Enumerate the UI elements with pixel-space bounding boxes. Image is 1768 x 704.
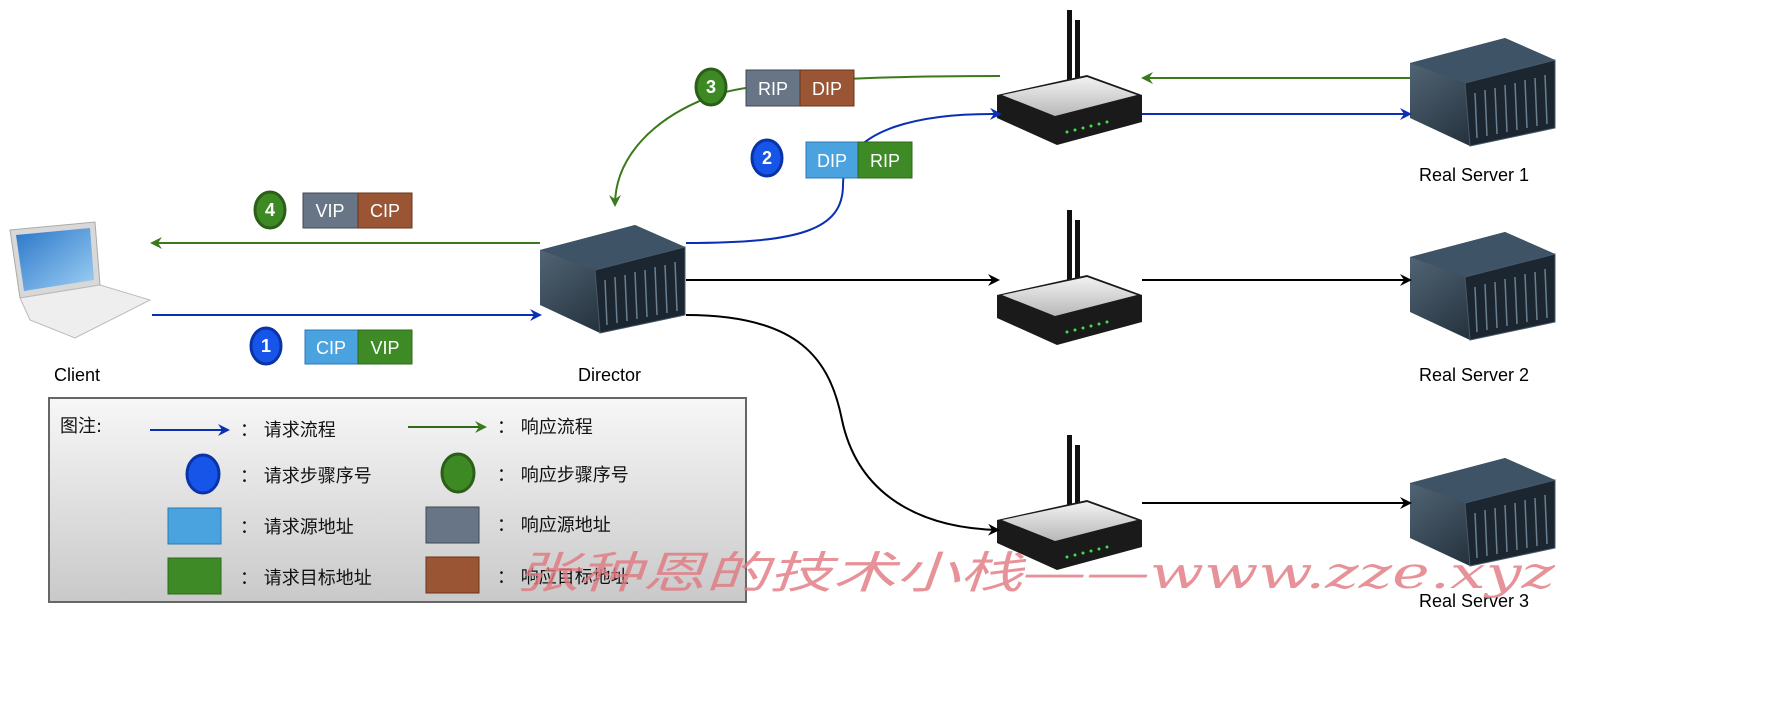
legend-response-circle [440,452,476,494]
svg-text:： 响应流程: ： 响应流程 [497,417,593,438]
svg-text:RIP: RIP [870,151,900,171]
director-label: Director [578,365,641,385]
legend-request-dst-box [167,557,222,595]
legend-response-src-box [425,506,480,544]
svg-text:： 响应源地址: ： 响应源地址 [497,515,611,536]
svg-text:CIP: CIP [316,338,346,358]
step-4-badge: 4 VIP CIP [253,190,413,230]
svg-text:： 请求步骤序号: ： 请求步骤序号 [240,466,372,487]
svg-text:2: 2 [762,148,772,168]
real-server-1-icon [1409,37,1556,147]
svg-text:DIP: DIP [817,151,847,171]
svg-text:： 请求目标地址: ： 请求目标地址 [240,568,372,589]
step-1-badge: 1 CIP VIP [249,326,413,366]
router-2-icon [997,210,1142,345]
router-1-icon [997,10,1142,145]
real-server-2-icon [1409,231,1556,341]
lvs-nat-diagram: Client Director Real Server 1 Real Serve… [9,10,1556,611]
legend-request-circle [185,453,221,495]
svg-text:4: 4 [265,200,275,220]
svg-text:： 请求源地址: ： 请求源地址 [240,517,354,538]
client-label: Client [54,365,100,385]
step-2-badge: 2 DIP RIP [750,138,913,179]
svg-text:1: 1 [261,336,271,356]
legend-request-src-box [167,507,222,545]
svg-text:DIP: DIP [812,79,842,99]
svg-text:RIP: RIP [758,79,788,99]
real-server-1-label: Real Server 1 [1419,165,1529,185]
legend-response-dst-box [425,556,480,594]
svg-text:： 请求流程: ： 请求流程 [240,420,336,441]
svg-text:VIP: VIP [315,201,344,221]
svg-text:3: 3 [706,77,716,97]
client-laptop-icon [9,221,152,339]
svg-text:： 响应步骤序号: ： 响应步骤序号 [497,465,629,486]
watermark: 张种恩的技术小栈——www.zze.xyz [515,548,1556,599]
svg-text:CIP: CIP [370,201,400,221]
director-server-icon [539,224,686,334]
real-server-2-label: Real Server 2 [1419,365,1529,385]
legend-title: 图注: [60,416,102,437]
step-3-badge: 3 RIP DIP [694,67,855,107]
svg-text:VIP: VIP [370,338,399,358]
